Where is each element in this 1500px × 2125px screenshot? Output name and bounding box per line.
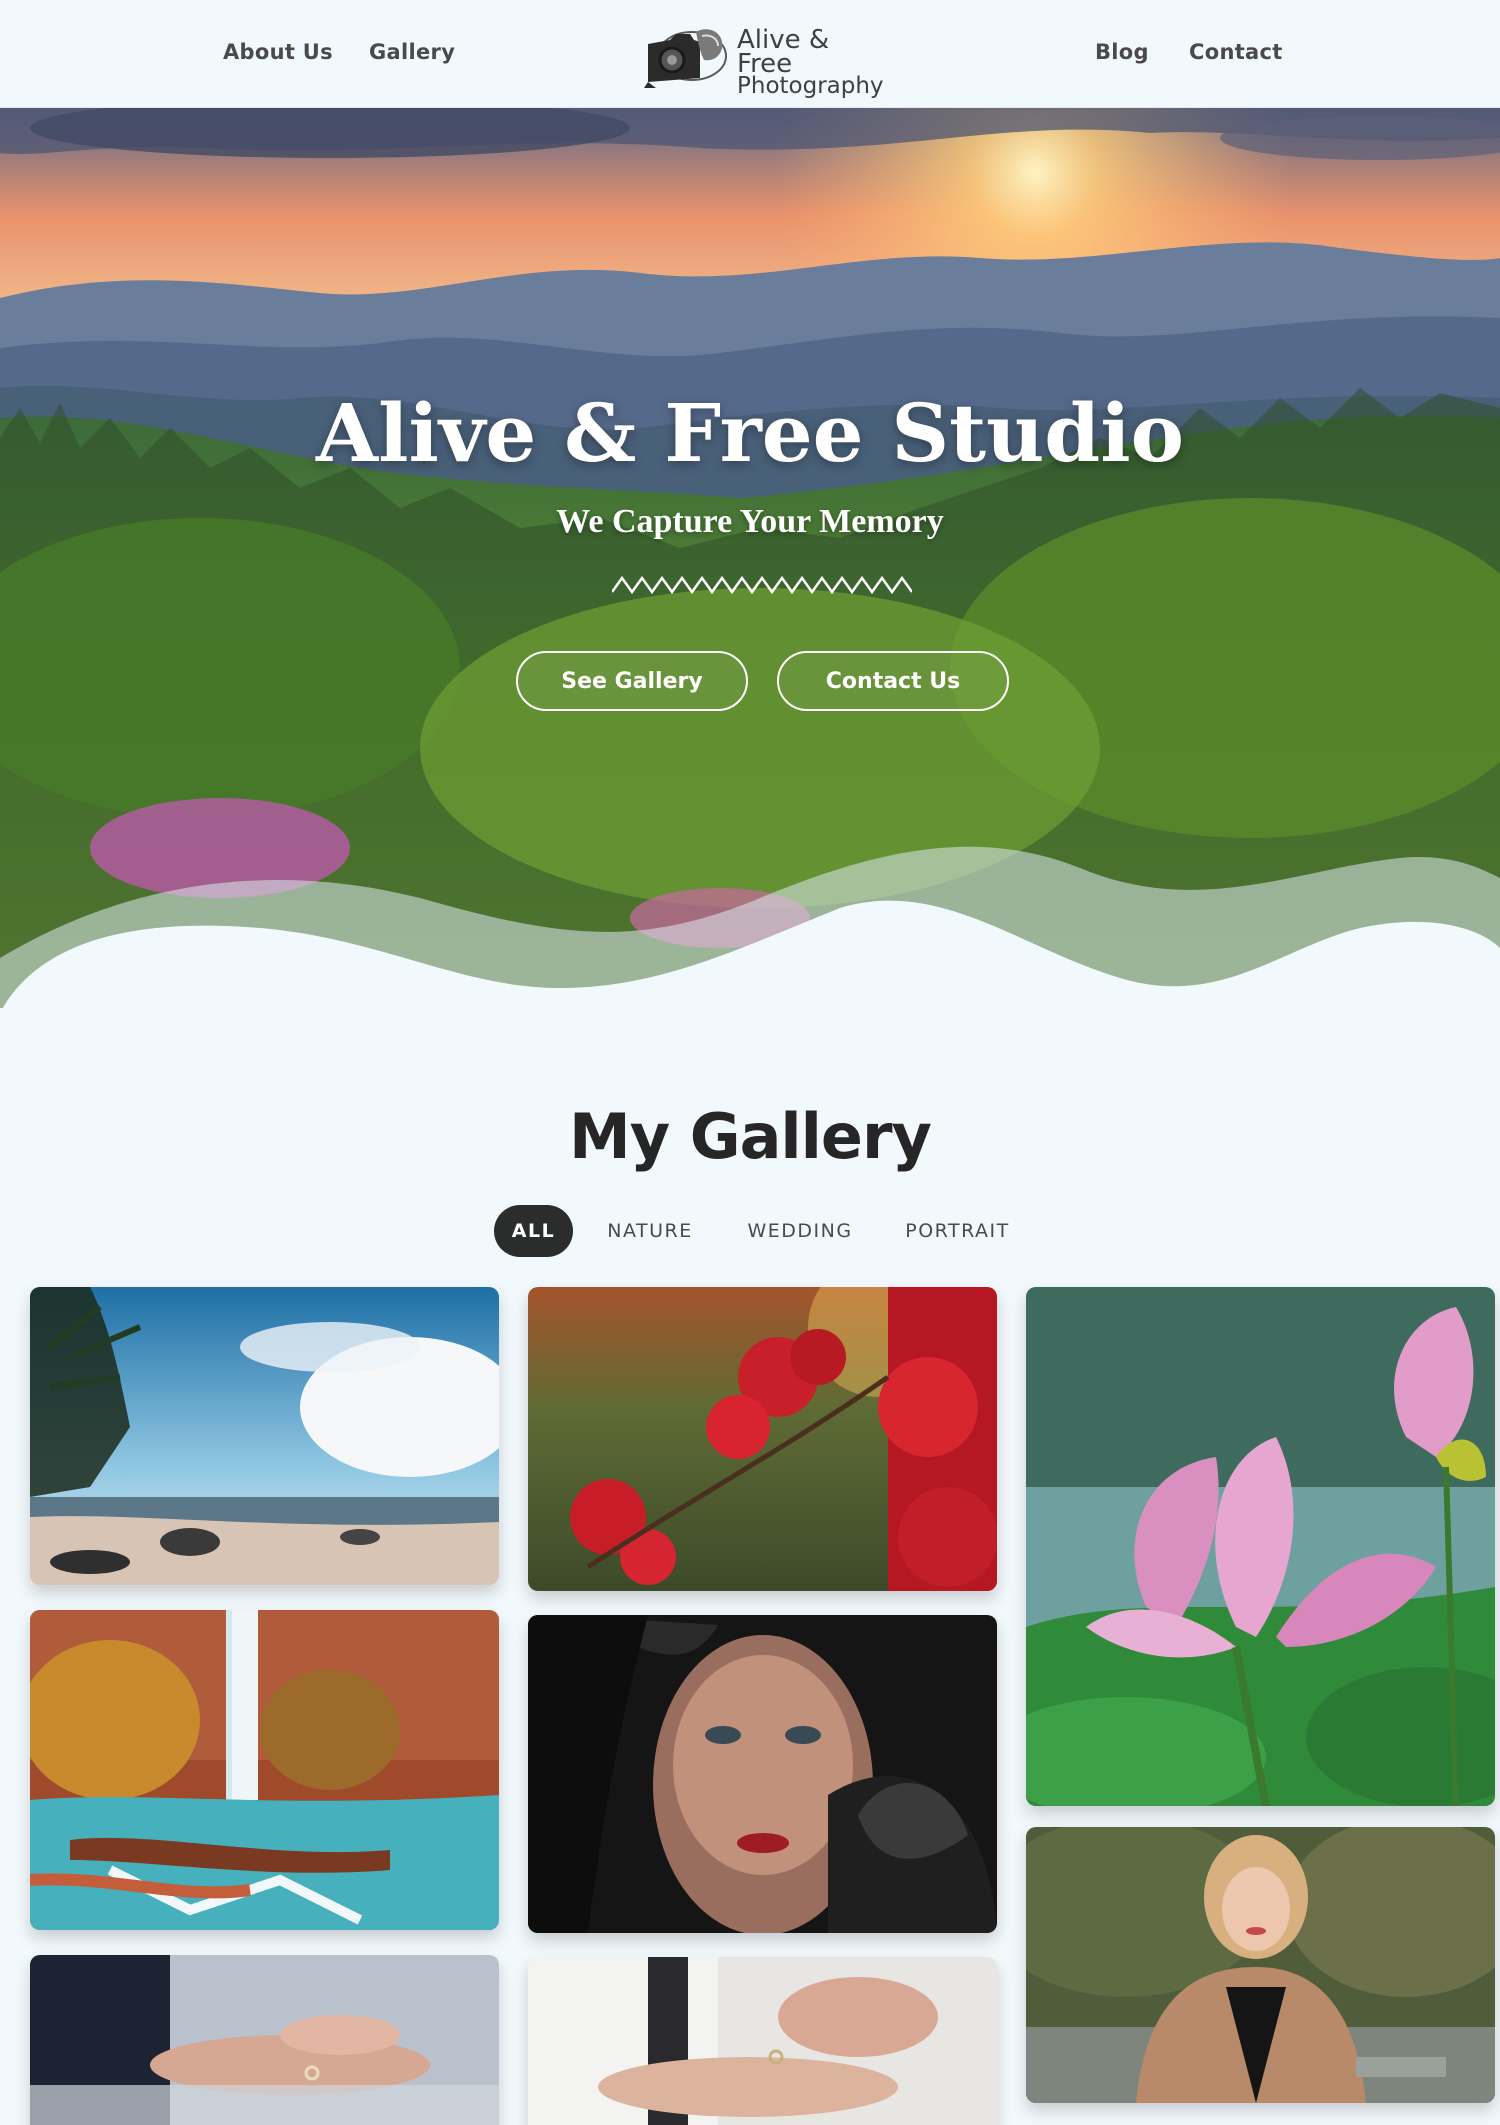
filter-portrait[interactable]: PORTRAIT [895, 1205, 1020, 1257]
filter-nature[interactable]: NATURE [595, 1205, 705, 1257]
red-flowers-photo [528, 1287, 997, 1591]
nav-link-blog[interactable]: Blog [1095, 40, 1149, 64]
camera-logo-icon [644, 29, 727, 88]
logo-line2: Photography [737, 73, 884, 99]
gallery-item-waterfall[interactable] [30, 1610, 499, 1930]
wedding-hands-photo [30, 1955, 499, 2125]
wedding-ring-photo [528, 1957, 997, 2125]
gallery-title: My Gallery [569, 1100, 932, 1173]
nav-link-about-us[interactable]: About Us [223, 40, 333, 64]
top-nav: About Us Gallery Alive & Free Photograph… [0, 0, 1500, 108]
zigzag-divider-icon [612, 575, 912, 595]
gallery-filter-tabs: ALL NATURE WEDDING PORTRAIT [0, 1205, 1500, 1257]
filter-all[interactable]: ALL [494, 1205, 573, 1257]
gallery-item-wedding-hands-2[interactable] [528, 1957, 997, 2125]
gallery-item-portrait-woman[interactable] [1026, 1827, 1495, 2103]
beach-photo [30, 1287, 499, 1585]
gallery-item-wedding-hands-1[interactable] [30, 1955, 499, 2125]
gallery-item-beach[interactable] [30, 1287, 499, 1585]
lotus-flower-photo [1026, 1287, 1495, 1806]
hero-title: Alive & Free Studio [316, 386, 1184, 480]
logo-line1: Alive & Free [737, 25, 830, 79]
hero-landscape-image [0, 108, 1500, 1008]
hero-banner: Alive & Free Studio We Capture Your Memo… [0, 108, 1500, 1008]
filter-wedding[interactable]: WEDDING [740, 1205, 860, 1257]
nav-link-gallery[interactable]: Gallery [369, 40, 455, 64]
woman-leaves-portrait-photo [528, 1615, 997, 1933]
woman-coat-portrait-photo [1026, 1827, 1495, 2103]
contact-us-button[interactable]: Contact Us [777, 651, 1009, 711]
hero-subtitle: We Capture Your Memory [556, 503, 944, 540]
site-logo[interactable]: Alive & Free Photography [640, 22, 890, 98]
gallery-item-lotus[interactable] [1026, 1287, 1495, 1806]
waterfall-photo [30, 1610, 499, 1930]
gallery-item-red-flowers[interactable] [528, 1287, 997, 1591]
nav-link-contact[interactable]: Contact [1189, 40, 1283, 64]
see-gallery-button[interactable]: See Gallery [516, 651, 748, 711]
gallery-item-portrait-leaves[interactable] [528, 1615, 997, 1933]
